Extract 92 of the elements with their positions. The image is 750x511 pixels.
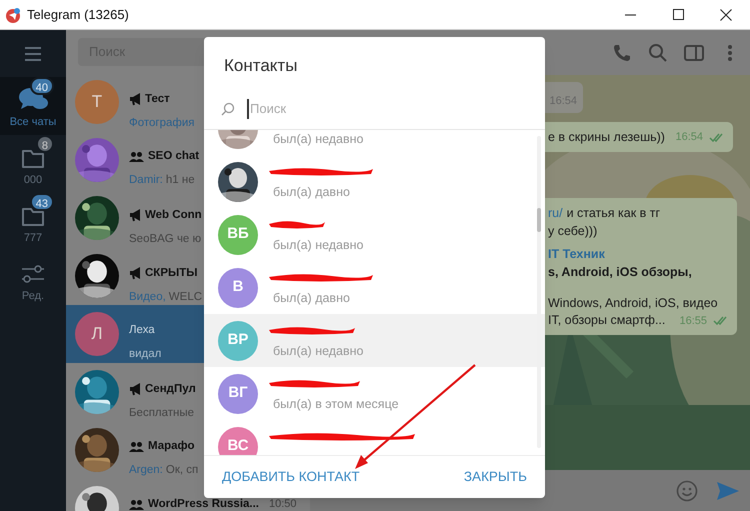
close-button[interactable]: ЗАКРЫТЬ [464, 462, 527, 492]
link-preview-description: IT, обзоры смартф... [548, 312, 666, 329]
chat-list-item[interactable]: Т Тест Фотография [66, 73, 204, 131]
sidebar-toggle-icon [684, 42, 704, 62]
megaphone-icon [129, 382, 141, 396]
close-icon [720, 8, 732, 20]
link-preview-description: Windows, Android, iOS, видео [548, 295, 718, 312]
message-time: 16:54 [675, 130, 703, 145]
chat-list-item[interactable]: Web Conn SeoBAG че ю [66, 189, 204, 247]
chat-list-item[interactable]: Марафо Argen: Ок, сп [66, 421, 204, 479]
folder-tab[interactable]: 8 000 [0, 135, 66, 193]
message-text: у себе))) [548, 223, 598, 240]
contact-item[interactable]: ВС [204, 420, 545, 455]
contact-item[interactable]: ВР был(а) недавно [204, 314, 545, 367]
avatar: ВГ [218, 374, 258, 414]
unread-badge: 43 [30, 193, 54, 212]
chat-preview: WELC [168, 291, 202, 304]
contact-status: был(а) недавно [273, 237, 364, 254]
megaphone-icon [129, 266, 141, 280]
chat-preview: h1 не [166, 174, 195, 187]
contact-status: был(а) недавно [273, 343, 364, 360]
sidebar-toggle-button[interactable] [684, 42, 704, 62]
chat-title: Леха [129, 324, 155, 337]
chat-preview-sender: Фотография [129, 117, 195, 130]
minimize-icon [624, 14, 636, 16]
avatar: В [218, 268, 258, 308]
contact-item[interactable]: был(а) давно [204, 155, 545, 208]
folder-tab[interactable]: Ред. [0, 251, 66, 309]
chat-time: 10:50 [269, 498, 297, 511]
chat-title: Web Conn [145, 208, 202, 222]
chat-title: СКРЫТЫ [145, 266, 198, 280]
chat-preview: Ок, сп [166, 464, 198, 477]
telegram-logo-icon [5, 6, 21, 22]
scrollbar-thumb[interactable] [537, 208, 541, 232]
group-icon [129, 499, 144, 510]
phone-button[interactable] [612, 42, 632, 62]
chat-title: Тест [145, 92, 170, 106]
contact-item[interactable]: был(а) недавно [204, 130, 545, 155]
emoji-icon [676, 480, 698, 502]
link-preview-site: IT Техник [548, 246, 606, 263]
search-icon [648, 42, 668, 62]
sliders-icon [21, 263, 45, 286]
search-button[interactable] [648, 42, 668, 62]
chat-list-item[interactable]: Л Леха видал [66, 305, 204, 363]
chat-list-item[interactable]: СендПул Бесплатные [66, 363, 204, 421]
message-link[interactable]: ru/ [548, 204, 563, 222]
avatar: ВР [218, 320, 258, 360]
folder-tab[interactable]: 40 Все чаты [0, 77, 66, 135]
contact-status: был(а) давно [273, 184, 351, 201]
avatar: ВБ [218, 214, 258, 254]
contact-status: был(а) недавно [273, 131, 364, 148]
chat-list-item[interactable]: SEO chat Damir: h1 не [66, 131, 204, 189]
folder-tab[interactable]: 43 777 [0, 193, 66, 251]
unread-badge: 40 [30, 77, 54, 96]
group-icon [129, 441, 144, 452]
message-time: 16:55 [679, 314, 707, 328]
chat-preview-sender: Argen: [129, 464, 163, 477]
chat-preview: Бесплатные [129, 407, 194, 420]
add-contact-button[interactable]: ДОБАВИТЬ КОНТАКТ [222, 462, 360, 492]
contact-item[interactable]: В был(а) давно [204, 261, 545, 314]
window-title: Telegram (13265) [27, 6, 129, 24]
chat-title: WordPress Russia... [148, 498, 259, 511]
chat-preview-sender: Damir: [129, 174, 163, 187]
link-preview-title: s, Android, iOS обзоры, [548, 264, 693, 281]
maximize-icon [672, 9, 684, 20]
message-text: и статья как в тг [566, 205, 660, 222]
chat-preview-sender: Видео, [129, 291, 166, 304]
avatar: Т [75, 80, 119, 124]
megaphone-icon [129, 92, 141, 106]
chat-title: СендПул [145, 382, 196, 396]
emoji-button[interactable] [676, 480, 698, 502]
message-text: е в скрины лезешь)) [548, 128, 665, 146]
search-icon [221, 102, 235, 116]
chat-preview: видал [129, 348, 162, 361]
avatar: Л [75, 312, 119, 356]
group-icon [129, 151, 144, 162]
chat-title: SEO chat [148, 150, 200, 163]
megaphone-icon [129, 208, 141, 222]
contact-item[interactable]: ВБ был(а) недавно [204, 208, 545, 261]
contact-status: был(а) давно [273, 290, 351, 307]
chat-preview: SeoBAG че ю [129, 233, 202, 246]
menu-icon [24, 46, 42, 62]
contact-item[interactable]: ВГ был(а) в этом месяце [204, 367, 545, 420]
send-icon [716, 480, 740, 500]
contact-status: был(а) в этом месяце [273, 396, 399, 413]
phone-icon [612, 42, 632, 62]
chat-title: Марафо [148, 440, 194, 453]
unread-badge: 8 [36, 135, 54, 154]
contact-search-field[interactable]: Поиск [247, 99, 507, 119]
avatar: ВС [218, 426, 258, 455]
chat-list-item[interactable]: СКРЫТЫ Видео, WELC [66, 247, 204, 305]
more-icon [728, 44, 732, 60]
